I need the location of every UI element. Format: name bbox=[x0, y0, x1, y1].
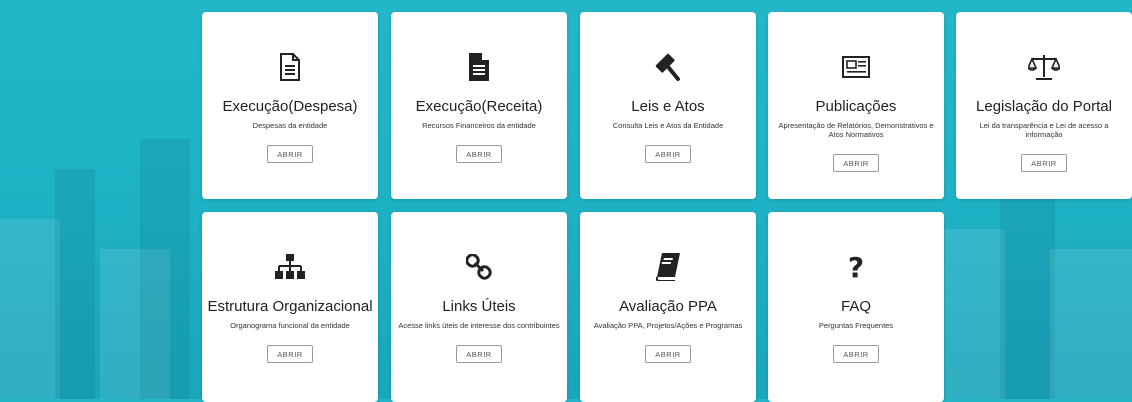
link-icon bbox=[466, 250, 492, 284]
card-title: Links Úteis bbox=[442, 298, 516, 315]
document-filled-icon bbox=[469, 50, 489, 84]
abrir-button[interactable]: ABRIR bbox=[456, 345, 502, 363]
card-title: Execução(Despesa) bbox=[222, 98, 358, 115]
card-execucao-receita[interactable]: Execução(Receita) Recursos Financeiros d… bbox=[391, 12, 567, 199]
newspaper-icon bbox=[842, 50, 870, 84]
card-links-uteis[interactable]: Links Úteis Acesse links úteis de intere… bbox=[391, 212, 567, 402]
card-execucao-despesa[interactable]: Execução(Despesa) Despesas da entidade A… bbox=[202, 12, 378, 199]
abrir-button[interactable]: ABRIR bbox=[267, 145, 313, 163]
abrir-button[interactable]: ABRIR bbox=[833, 345, 879, 363]
abrir-button[interactable]: ABRIR bbox=[833, 154, 879, 172]
card-description: Organograma funcional da entidade bbox=[230, 321, 350, 330]
abrir-button[interactable]: ABRIR bbox=[267, 345, 313, 363]
abrir-button[interactable]: ABRIR bbox=[645, 345, 691, 363]
card-description: Consulta Leis e Atos da Entidade bbox=[612, 121, 724, 130]
card-faq[interactable]: ? FAQ Perguntas Frequentes ABRIR bbox=[768, 212, 944, 402]
card-description: Perguntas Frequentes bbox=[818, 321, 894, 330]
card-publicacoes[interactable]: Publicações Apresentação de Relatórios, … bbox=[768, 12, 944, 199]
card-description: Recursos Financeiros da entidade bbox=[422, 121, 536, 130]
card-avaliacao-ppa[interactable]: Avaliação PPA Avaliação PPA, Projetos/Aç… bbox=[580, 212, 756, 402]
card-estrutura-organizacional[interactable]: Estrutura Organizacional Organograma fun… bbox=[202, 212, 378, 402]
card-title: Legislação do Portal bbox=[976, 98, 1112, 115]
card-title: Estrutura Organizacional bbox=[207, 298, 373, 315]
org-chart-icon bbox=[275, 250, 305, 284]
card-title: Execução(Receita) bbox=[415, 98, 543, 115]
document-outline-icon bbox=[279, 50, 301, 84]
card-title: Publicações bbox=[815, 98, 897, 115]
abrir-button[interactable]: ABRIR bbox=[645, 145, 691, 163]
card-description: Despesas da entidade bbox=[252, 121, 328, 130]
card-title: Avaliação PPA bbox=[619, 298, 717, 315]
card-leis-e-atos[interactable]: Leis e Atos Consulta Leis e Atos da Enti… bbox=[580, 12, 756, 199]
question-icon: ? bbox=[847, 250, 865, 284]
book-icon bbox=[656, 250, 680, 284]
card-description: Acesse links úteis de interesse dos cont… bbox=[398, 321, 560, 330]
card-title: FAQ bbox=[840, 298, 871, 315]
card-description: Lei da transparência e Lei de acesso a i… bbox=[979, 121, 1109, 139]
balance-scale-icon bbox=[1028, 50, 1060, 84]
abrir-button[interactable]: ABRIR bbox=[456, 145, 502, 163]
card-description: Apresentação de Relatórios, Demonstrativ… bbox=[778, 121, 934, 139]
card-legislacao-portal[interactable]: Legislação do Portal Lei da transparênci… bbox=[956, 12, 1132, 199]
card-title: Leis e Atos bbox=[631, 98, 705, 115]
card-description: Avaliação PPA, Projetos/Ações e Programa… bbox=[593, 321, 743, 330]
abrir-button[interactable]: ABRIR bbox=[1021, 154, 1067, 172]
gavel-icon bbox=[655, 50, 681, 84]
